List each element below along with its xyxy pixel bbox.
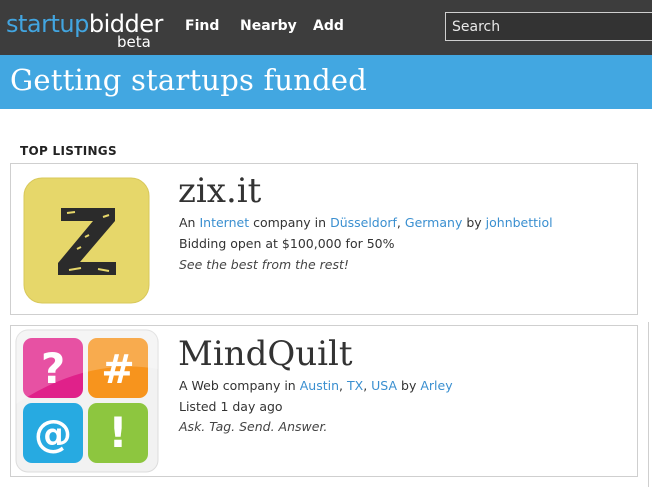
adjacent-card-edge bbox=[648, 322, 652, 487]
nav-add-link[interactable]: Add bbox=[313, 18, 344, 34]
listing-tagline: Ask. Tag. Send. Answer. bbox=[179, 419, 328, 434]
top-navbar: startupbidder beta Find Nearby Add bbox=[0, 0, 652, 55]
svg-text:!: ! bbox=[108, 408, 127, 457]
by-word: by bbox=[466, 215, 482, 230]
owner-link[interactable]: Arley bbox=[420, 378, 452, 393]
nav-find-link[interactable]: Find bbox=[185, 18, 219, 34]
nav-nearby-link[interactable]: Nearby bbox=[240, 18, 297, 34]
owner-link[interactable]: johnbettiol bbox=[486, 215, 553, 230]
svg-text:@: @ bbox=[34, 412, 72, 456]
banner-title: Getting startups funded bbox=[10, 63, 368, 97]
listing-status: Listed 1 day ago bbox=[179, 399, 283, 414]
hero-banner: Getting startups funded bbox=[0, 55, 652, 109]
comma: , bbox=[363, 378, 368, 393]
by-word: by bbox=[401, 378, 417, 393]
listing-tagline: See the best from the rest! bbox=[179, 257, 349, 272]
city-link[interactable]: Austin bbox=[300, 378, 339, 393]
city-link[interactable]: Düsseldorf bbox=[330, 215, 397, 230]
country-link[interactable]: Germany bbox=[405, 215, 462, 230]
listing-description: A Web company in Austin, TX, USA by Arle… bbox=[179, 378, 453, 393]
category-link[interactable]: Internet bbox=[199, 215, 249, 230]
listing-name[interactable]: MindQuilt bbox=[178, 334, 353, 374]
desc-prefix: A Web company in bbox=[179, 378, 296, 393]
listing-description: An Internet company in Düsseldorf, Germa… bbox=[179, 215, 553, 230]
logo-part-startup: startup bbox=[6, 10, 89, 38]
listing-name[interactable]: zix.it bbox=[178, 171, 261, 211]
mindquilt-tiles-logo-icon[interactable]: ? # @ ! bbox=[15, 329, 159, 473]
search-input[interactable] bbox=[445, 12, 652, 41]
state-link[interactable]: TX bbox=[347, 378, 363, 393]
country-link[interactable]: USA bbox=[371, 378, 397, 393]
beta-badge: beta bbox=[117, 33, 151, 51]
desc-company-word: company in bbox=[253, 215, 327, 230]
comma: , bbox=[339, 378, 343, 393]
zix-z-logo-icon[interactable] bbox=[23, 177, 150, 304]
comma: , bbox=[396, 215, 401, 230]
listing-card[interactable]: zix.it An Internet company in Düsseldorf… bbox=[10, 163, 638, 315]
desc-prefix: An bbox=[179, 215, 196, 230]
listing-status: Bidding open at $100,000 for 50% bbox=[179, 236, 395, 251]
section-title: TOP LISTINGS bbox=[20, 144, 117, 158]
listing-card[interactable]: ? # @ ! MindQuilt A Web company in Austi… bbox=[10, 325, 638, 477]
